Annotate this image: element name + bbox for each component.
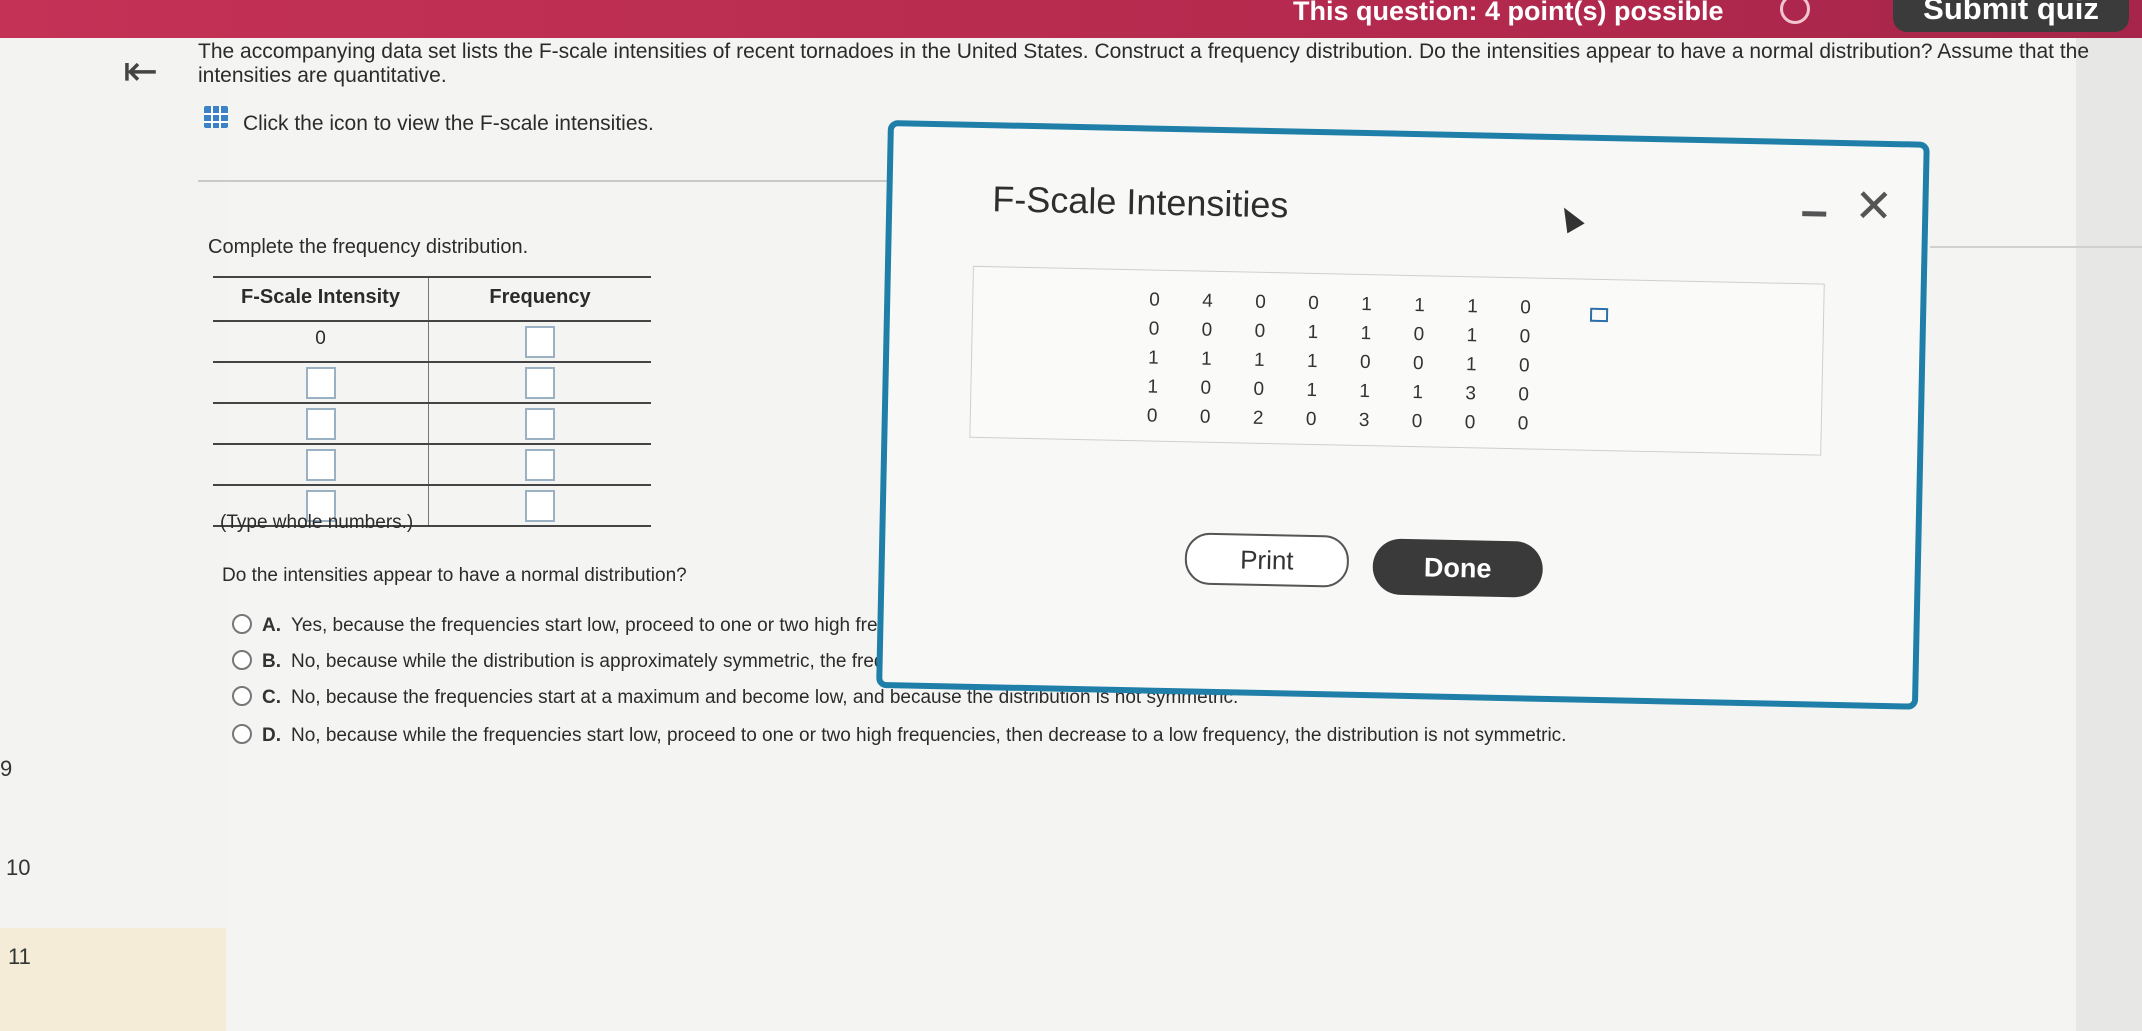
data-cell: 3 (1465, 383, 1477, 405)
data-cell: 1 (1465, 354, 1477, 376)
frequency-input[interactable] (525, 326, 555, 358)
data-cell: 0 (1464, 412, 1476, 434)
points-possible-text: This question: 4 point(s) possible (1293, 0, 1724, 26)
data-cell: 0 (1201, 319, 1213, 341)
table-row (213, 402, 651, 443)
table-row (213, 443, 651, 484)
data-cell: 0 (1148, 318, 1160, 340)
divider (1930, 246, 2142, 248)
question-text: The accompanying data set lists the F-sc… (198, 40, 2090, 87)
data-cell: 1 (1360, 322, 1372, 345)
data-cell: 1 (1306, 350, 1318, 373)
back-to-first-icon[interactable]: ⇤ (123, 50, 158, 92)
data-cell: 0 (1411, 411, 1423, 433)
settings-gear-icon[interactable] (1780, 0, 1810, 24)
table-grid-icon[interactable] (204, 106, 228, 128)
data-cell: 1 (1361, 293, 1373, 316)
data-cell: 1 (1412, 382, 1424, 404)
data-cell: 1 (1466, 325, 1478, 347)
data-cell: 0 (1200, 377, 1212, 399)
data-cell: 1 (1307, 321, 1319, 344)
frequency-table: F-Scale Intensity Frequency 0 (213, 276, 651, 527)
data-cell: 3 (1358, 409, 1370, 432)
question-number-10[interactable]: 10 (6, 855, 30, 881)
right-margin (2076, 38, 2142, 1031)
data-cell: 1 (1359, 380, 1371, 403)
data-cell: 0 (1253, 378, 1265, 400)
done-button[interactable]: Done (1372, 538, 1544, 598)
data-cell: 1 (1147, 347, 1159, 369)
current-question-highlight (0, 928, 226, 1031)
table-header-row: F-Scale Intensity Frequency (213, 276, 651, 320)
frequency-column-header: Frequency (489, 286, 591, 308)
top-bar: This question: 4 point(s) possible Submi… (0, 0, 2142, 38)
data-cell: 0 (1255, 291, 1267, 313)
modal-title: F-Scale Intensities (991, 178, 1289, 226)
close-icon[interactable]: ✕ (1854, 179, 1894, 232)
data-cell: 0 (1254, 320, 1266, 342)
intensity-input[interactable] (305, 408, 336, 440)
choice-d[interactable]: D. No, because while the frequencies star… (232, 724, 1566, 747)
data-cell: 1 (1466, 296, 1479, 318)
data-grid: 0 4 0 0 1 1 1 0 0 0 0 1 1 0 1 0 1 1 1 1 0 0 1 0 1 0 0 1 1 1 3 0 0 0 2 0 3 0 0 0 (1147, 287, 1574, 439)
print-button[interactable]: Print (1184, 532, 1350, 588)
frequency-input[interactable] (525, 449, 555, 481)
data-cell: 0 (1518, 384, 1530, 406)
frequency-input[interactable] (525, 367, 555, 399)
data-cell: 1 (1253, 349, 1265, 371)
data-cell: 0 (1359, 351, 1371, 374)
intensity-column-header: F-Scale Intensity (241, 286, 400, 308)
data-table: 0 4 0 0 1 1 1 0 0 0 0 1 1 0 1 0 1 1 1 1 0 0 1 0 1 0 0 1 1 1 3 0 0 0 2 0 3 0 0 0 (969, 265, 1825, 456)
radio-button[interactable] (232, 686, 252, 706)
intensity-input[interactable] (305, 449, 336, 481)
data-cell: 0 (1305, 408, 1317, 431)
normality-prompt: Do the intensities appear to have a norm… (222, 565, 687, 586)
table-instruction: Complete the frequency distribution. (208, 236, 529, 258)
data-cell: 0 (1149, 289, 1161, 311)
data-cell: 2 (1252, 407, 1264, 429)
radio-button[interactable] (232, 724, 252, 744)
data-cell: 0 (1199, 406, 1211, 428)
data-modal: F-Scale Intensities ✕ 0 4 0 0 1 1 1 0 0 0 0 1 1 0 1 0 1 1… (876, 120, 1930, 710)
data-cell: 1 (1147, 376, 1159, 398)
question-number-9[interactable]: 9 (0, 756, 12, 782)
frequency-input[interactable] (525, 408, 555, 440)
data-cell: 1 (1200, 348, 1212, 370)
intensity-input[interactable] (305, 367, 336, 399)
submit-quiz-button[interactable]: Submit quiz (1893, 0, 2129, 32)
data-cell: 1 (1306, 379, 1318, 402)
data-cell: 1 (1414, 295, 1426, 317)
frequency-input[interactable] (525, 490, 555, 522)
data-cell: 0 (1412, 353, 1424, 375)
data-cell: 0 (1517, 413, 1529, 435)
table-row (213, 361, 651, 402)
view-data-instruction: Click the icon to view the F-scale inten… (243, 112, 654, 135)
radio-button[interactable] (232, 650, 252, 670)
data-cell: 0 (1518, 355, 1530, 377)
question-list-sidebar (0, 38, 226, 1031)
minimize-icon[interactable] (1802, 211, 1827, 217)
radio-button[interactable] (232, 614, 252, 634)
data-cell: 0 (1519, 297, 1532, 319)
copy-icon[interactable] (1589, 307, 1609, 323)
table-row: 0 (213, 320, 651, 361)
data-cell: 4 (1202, 290, 1214, 312)
data-cell: 0 (1146, 405, 1158, 427)
divider (198, 180, 888, 182)
question-number-11[interactable]: 11 (8, 944, 31, 970)
data-cell: 0 (1519, 326, 1531, 348)
data-cell: 0 (1413, 324, 1425, 346)
whole-numbers-note: (Type whole numbers.) (220, 512, 414, 533)
intensity-value: 0 (213, 322, 429, 361)
data-cell: 0 (1308, 292, 1320, 315)
